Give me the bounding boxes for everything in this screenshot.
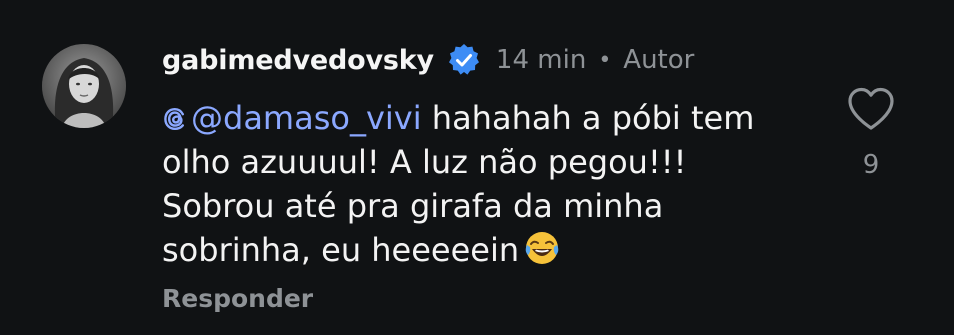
timestamp: 14 min (495, 45, 587, 75)
avatar[interactable] (42, 44, 126, 128)
like-count: 9 (862, 150, 880, 180)
like-section: 9 (842, 86, 900, 180)
username[interactable]: gabimedvedovsky (162, 45, 434, 76)
mention-link[interactable]: @damaso_vivi (162, 99, 422, 137)
mention-username: @damaso_vivi (191, 99, 422, 137)
heart-icon[interactable] (846, 86, 896, 132)
reply-button[interactable]: Responder (162, 284, 313, 313)
laughing-emoji-icon (523, 229, 561, 267)
verified-badge-icon (446, 42, 482, 78)
comment: gabimedvedovsky 14 min • Autor @damaso_v… (0, 0, 954, 335)
separator-dot: • (598, 47, 612, 73)
author-tag: Autor (623, 45, 695, 75)
comment-header: gabimedvedovsky 14 min • Autor (162, 40, 694, 80)
comment-text: @damaso_vivi hahahah a póbi tem olho azu… (162, 96, 802, 272)
threads-icon (162, 106, 188, 132)
